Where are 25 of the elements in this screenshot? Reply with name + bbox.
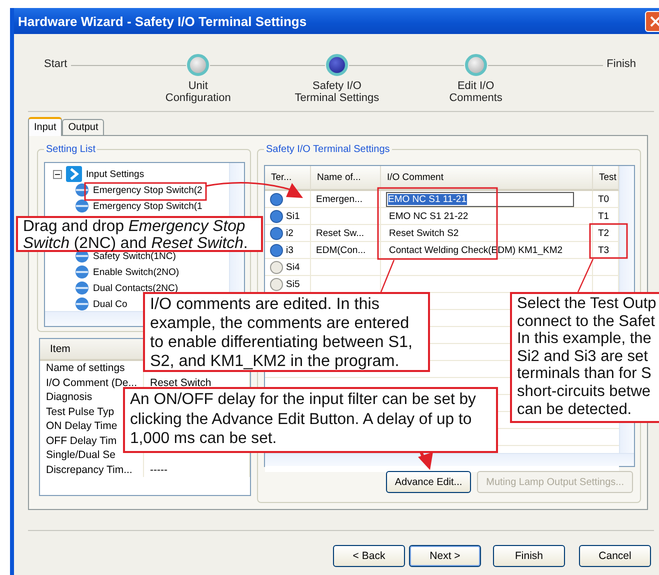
terminal-label: Si5 — [286, 278, 300, 290]
table-cell: EMO NC S1 21-22 — [381, 208, 593, 225]
column-header: Item — [40, 339, 144, 361]
callout-tooltip: Drag and drop Emergency Stop Switch (2NC) and Reset Switch. — [16, 216, 263, 252]
callout-tooltip: An ON/OFF delay for the input filter can be set by clicking the Advance Edit Button. A delay of up to 1,000 ms can be set. — [123, 387, 498, 453]
callout-tooltip: Select the Test Outp connect to the Safet In this example, the Si2 and Si3 are set terminals than for S short-circuits betwe can be detected. — [510, 292, 659, 423]
group-title: Setting List — [45, 144, 96, 155]
table-cell: Discrepancy Tim... — [40, 462, 144, 477]
table-cell: EDM(Con... — [311, 242, 381, 259]
finish-label: Finish — [606, 57, 636, 70]
callout-tooltip: I/O comments are edited. In this example, the comments are entered to enable differentiating between S1, S2, and KM1_KM2 in the program. — [143, 292, 430, 372]
step-label: Safety I/O Terminal Settings — [294, 80, 380, 104]
terminal-label: i3 — [286, 244, 294, 256]
group-title: Safety I/O Terminal Settings — [265, 144, 391, 155]
step-label: Unit Configuration — [165, 80, 231, 104]
terminal-label: Si1 — [286, 210, 300, 222]
table-cell: Reset Sw... — [311, 225, 381, 242]
step-label: Edit I/O Comments — [449, 80, 502, 104]
table-cell: Reset Switch S2 — [381, 225, 593, 242]
window-title: Hardware Wizard - Safety I/O Terminal Settings — [18, 14, 307, 28]
table-cell: Emergen... — [311, 191, 381, 208]
start-label: Start — [44, 57, 68, 70]
terminal-label: i2 — [286, 228, 294, 238]
table-cell: ----- — [144, 462, 250, 477]
terminal-label: Si4 — [286, 262, 300, 272]
